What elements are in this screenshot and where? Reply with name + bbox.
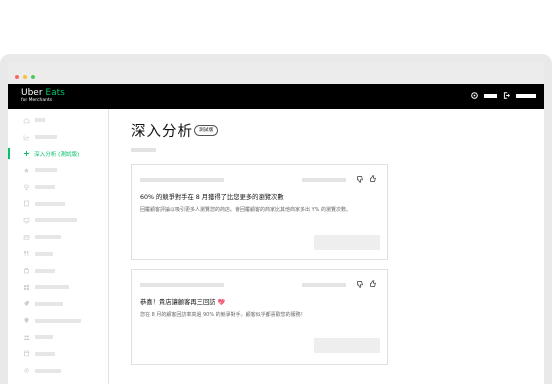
sidebar-item-label: 深入分析 (測試版)	[34, 151, 80, 158]
sidebar-item-label-placeholder	[35, 318, 81, 323]
card-date-placeholder	[302, 178, 346, 182]
sidebar-nav: 深入分析 (測試版)	[8, 112, 108, 379]
card-meta-placeholder	[140, 283, 224, 287]
brand-subtitle: for Merchants	[21, 98, 53, 103]
grid-icon	[24, 284, 29, 290]
card-icon	[23, 235, 30, 240]
card-date-placeholder	[302, 283, 346, 287]
insight-card: 60% 的競爭對手在 8 月獲得了比您更多的瀏覽次數 回覆顧客評論以吸引更多人瀏…	[131, 164, 388, 260]
close-window-dot[interactable]	[15, 75, 19, 79]
card-meta-placeholder	[140, 178, 224, 182]
sidebar-item-label-placeholder	[35, 185, 55, 190]
sidebar-item-label-placeholder	[35, 218, 77, 223]
card-title: 60% 的競爭對手在 8 月獲得了比您更多的瀏覽次數	[140, 194, 284, 201]
sidebar-item-label-placeholder	[35, 301, 63, 306]
receipt-icon	[24, 200, 29, 207]
sidebar-item[interactable]	[8, 362, 108, 379]
thumbs-up-icon[interactable]	[369, 280, 377, 288]
brand-logo[interactable]: Uber Eats	[21, 88, 65, 98]
brand-name-uber: Uber	[21, 88, 46, 98]
users-icon	[23, 335, 30, 340]
sidebar-item-label-placeholder	[35, 168, 57, 173]
sidebar-item-label-placeholder	[35, 285, 69, 290]
sidebar-item-label-placeholder	[35, 351, 55, 356]
sidebar-item[interactable]	[8, 329, 108, 346]
sidebar-item[interactable]	[8, 195, 108, 212]
page-subtitle-placeholder	[131, 148, 156, 152]
bag-icon	[24, 268, 29, 274]
sidebar-item-label-placeholder	[35, 268, 55, 273]
sidebar-item-label-placeholder	[35, 368, 61, 373]
app-screen: Uber Eats for Merchants 深入分析 (測試版) 深入分析	[8, 84, 544, 384]
sidebar-item-label-placeholder	[35, 118, 45, 123]
sidebar-item[interactable]	[8, 212, 108, 229]
insight-card: 恭喜！貴店讓顧客再三回訪 💖 您在 8 月的顧客回訪率高過 90% 的競爭對手。…	[131, 269, 388, 365]
sidebar-item[interactable]	[8, 246, 108, 263]
pin-icon	[24, 317, 29, 324]
sidebar-item-label-placeholder	[35, 235, 61, 240]
sidebar-item[interactable]	[8, 162, 108, 179]
card-action-button[interactable]	[314, 235, 380, 250]
sidebar-item[interactable]	[8, 312, 108, 329]
help-icon[interactable]	[471, 92, 478, 99]
sidebar-item[interactable]	[8, 296, 108, 313]
minimize-window-dot[interactable]	[23, 75, 27, 79]
sidebar: 深入分析 (測試版)	[8, 109, 109, 384]
browser-window: Uber Eats for Merchants 深入分析 (測試版) 深入分析	[0, 54, 552, 384]
store-icon	[23, 351, 30, 357]
window-controls	[15, 75, 35, 79]
account-name-placeholder[interactable]	[484, 93, 497, 98]
card-title-text: 恭喜！貴店讓顧客再三回訪	[140, 299, 216, 306]
thumbs-up-icon[interactable]	[369, 175, 377, 183]
main-content: 深入分析 測試版 60% 的競爭對手在 8 月獲得了比您更多的瀏覽次數 回覆顧客…	[109, 109, 544, 384]
card-title: 恭喜！貴店讓顧客再三回訪 💖	[140, 297, 225, 306]
sidebar-item[interactable]	[8, 279, 108, 296]
thumbs-down-icon[interactable]	[356, 175, 364, 183]
sidebar-item[interactable]	[8, 129, 108, 146]
logout-label-placeholder[interactable]	[516, 93, 536, 98]
sidebar-item[interactable]	[8, 229, 108, 246]
account-controls	[471, 92, 536, 99]
sidebar-item-label-placeholder	[35, 251, 53, 256]
maximize-window-dot[interactable]	[31, 75, 35, 79]
heart-icon: 💖	[217, 299, 226, 306]
card-body: 您在 8 月的顧客回訪率高過 90% 的競爭對手。顧客似乎都喜歡您的服務！	[140, 312, 306, 318]
page-title: 深入分析	[131, 124, 193, 140]
home-icon	[23, 117, 30, 124]
sidebar-item[interactable]: 深入分析 (測試版)	[8, 145, 108, 162]
star-icon	[23, 167, 30, 173]
utensils-icon	[24, 251, 29, 257]
trophy-icon	[24, 184, 29, 190]
logout-icon[interactable]	[503, 92, 510, 99]
sidebar-item[interactable]	[8, 262, 108, 279]
thumbs-down-icon[interactable]	[356, 280, 364, 288]
gear-icon	[24, 368, 29, 374]
card-body: 回覆顧客評論以吸引更多人瀏覽您的商店。會回覆顧客的商家比其他商家多出 Y% 的瀏…	[140, 207, 351, 213]
sidebar-item-label-placeholder	[35, 201, 65, 206]
plus-icon	[24, 151, 29, 157]
card-action-button[interactable]	[314, 338, 380, 353]
sidebar-item-label-placeholder	[35, 335, 53, 340]
brand-name-eats: Eats	[45, 88, 65, 98]
monitor-icon	[23, 218, 30, 224]
sidebar-item[interactable]	[8, 179, 108, 196]
chart-icon	[23, 134, 30, 140]
tag-icon	[24, 301, 29, 307]
beta-badge: 測試版	[194, 125, 219, 136]
top-bar: Uber Eats for Merchants	[8, 84, 544, 109]
sidebar-item[interactable]	[8, 112, 108, 129]
sidebar-item[interactable]	[8, 346, 108, 363]
active-indicator	[8, 148, 10, 160]
sidebar-item-label-placeholder	[35, 135, 57, 140]
